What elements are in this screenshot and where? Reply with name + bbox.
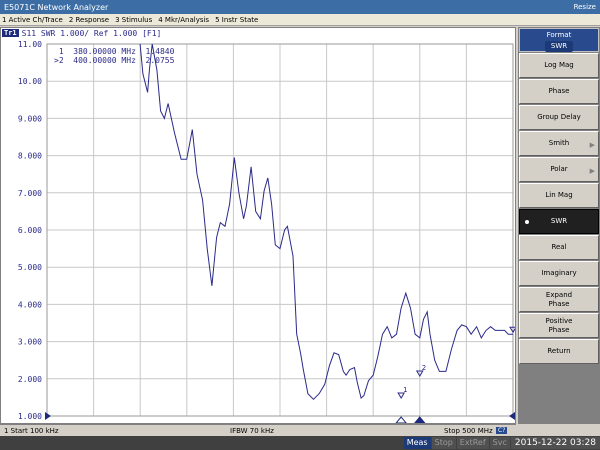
channel-status-bar: 1 Start 100 kHz IFBW 70 kHz Stop 500 MHz… (0, 424, 516, 436)
marker-axis-indicator (414, 416, 426, 423)
marker-list: 1 380.00000 MHz 1.4840 >2 400.00000 MHz … (54, 47, 174, 65)
log-mag-button[interactable]: Log Mag (519, 53, 599, 78)
marker-row-1: 1 380.00000 MHz 1.4840 (54, 47, 175, 56)
phase-button[interactable]: Phase (519, 79, 599, 104)
swr-button[interactable]: SWR (519, 209, 599, 234)
expand-phase-label: Expand Phase (545, 290, 573, 308)
menu-response[interactable]: 2 Response (69, 16, 109, 24)
smith-button[interactable]: Smith ▶ (519, 131, 599, 156)
menu-bar: 1 Active Ch/Trace 2 Response 3 Stimulus … (0, 14, 600, 26)
ifbw[interactable]: IFBW 70 kHz (230, 427, 274, 435)
group-delay-button[interactable]: Group Delay (519, 105, 599, 130)
y-tick-label: 7.000 (18, 189, 42, 198)
y-tick-label: 3.000 (18, 338, 42, 347)
clock: 2015-12-22 03:28 (510, 437, 600, 449)
chevron-right-icon: ▶ (589, 167, 595, 175)
expand-phase-button[interactable]: Expand Phase (519, 287, 599, 312)
marker-label: 2 (422, 364, 426, 372)
y-tick-label: 2.000 (18, 375, 42, 384)
marker-axis-indicator (395, 416, 407, 423)
trace-description: S11 SWR 1.000/ Ref 1.000 [F1] (21, 28, 162, 38)
chart-area[interactable]: 11.00 10.00 9.000 8.000 7.000 6.000 5.000 4.000… (0, 27, 516, 424)
stop-frequency[interactable]: Stop 500 MHz (444, 427, 493, 435)
lin-mag-button[interactable]: Lin Mag (519, 183, 599, 208)
instrument-status-bar: Meas Stop ExtRef Svc 2015-12-22 03:28 (0, 436, 600, 450)
imaginary-label: Imaginary (541, 269, 577, 277)
trace-label[interactable]: Tr1 (2, 29, 19, 37)
reference-right-marker (509, 412, 515, 420)
polar-button[interactable]: Polar ▶ (519, 157, 599, 182)
resize-button[interactable]: Resize (574, 3, 596, 11)
trace-header: Tr1 S11 SWR 1.000/ Ref 1.000 [F1] (2, 28, 161, 38)
extref-indicator: ExtRef (456, 437, 489, 449)
y-tick-label: 10.00 (18, 77, 42, 86)
title-bar: E5071C Network Analyzer Resize (0, 0, 600, 14)
menu-instr-state[interactable]: 5 Instr State (215, 16, 258, 24)
positive-phase-label: Positive Phase (545, 316, 573, 334)
lin-mag-label: Lin Mag (545, 191, 573, 199)
return-button[interactable]: Return (519, 339, 599, 364)
smith-label: Smith (548, 139, 570, 147)
log-mag-label: Log Mag (544, 61, 574, 69)
real-button[interactable]: Real (519, 235, 599, 260)
format-current: SWR (544, 41, 574, 52)
start-frequency[interactable]: 1 Start 100 kHz (4, 427, 59, 435)
svc-indicator: Svc (489, 437, 510, 449)
menu-active-ch-trace[interactable]: 1 Active Ch/Trace (2, 16, 63, 24)
group-delay-label: Group Delay (537, 113, 581, 121)
softkey-title: Format SWR (519, 28, 599, 52)
phase-label: Phase (548, 87, 570, 95)
stop-indicator: Stop (431, 437, 456, 449)
marker-label: 1 (403, 386, 407, 394)
positive-phase-button[interactable]: Positive Phase (519, 313, 599, 338)
y-tick-label: 4.000 (18, 300, 42, 309)
continuous-indicator: C? (496, 427, 508, 434)
menu-mkr-analysis[interactable]: 4 Mkr/Analysis (158, 16, 209, 24)
y-tick-label: 9.000 (18, 114, 42, 123)
y-tick-label: 1.000 (18, 412, 42, 421)
swr-label: SWR (550, 217, 568, 225)
marker-row-2: >2 400.00000 MHz 2.0755 (54, 56, 175, 65)
softkey-panel: Format SWR Log Mag Phase Group Delay Smi… (518, 27, 600, 424)
real-label: Real (551, 243, 567, 251)
swr-plot[interactable]: 11.00 10.00 9.000 8.000 7.000 6.000 5.000 4.000… (1, 28, 515, 423)
reference-left-marker (45, 412, 51, 420)
menu-stimulus[interactable]: 3 Stimulus (115, 16, 152, 24)
imaginary-button[interactable]: Imaginary (519, 261, 599, 286)
selected-dot-icon (525, 220, 529, 224)
format-title: Format (546, 31, 572, 39)
polar-label: Polar (550, 165, 568, 173)
chevron-right-icon: ▶ (589, 141, 595, 149)
return-label: Return (547, 347, 571, 355)
y-tick-label: 8.000 (18, 152, 42, 161)
meas-indicator: Meas (403, 437, 431, 449)
y-tick-label: 5.000 (18, 263, 42, 272)
y-tick-label: 6.000 (18, 226, 42, 235)
y-tick-label: 11.00 (18, 40, 42, 49)
window-title: E5071C Network Analyzer (4, 2, 109, 12)
